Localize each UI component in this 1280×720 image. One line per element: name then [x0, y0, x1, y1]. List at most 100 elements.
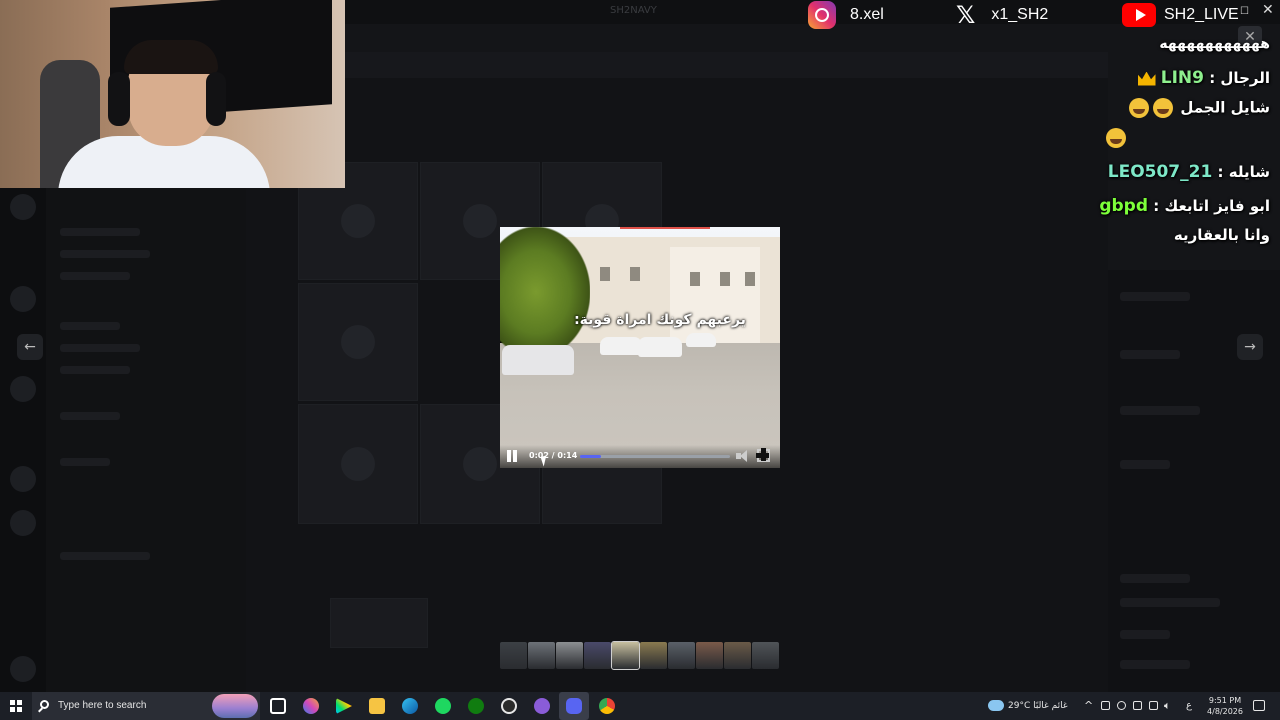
media-thumbnail[interactable] [611, 641, 640, 670]
channel-row [60, 412, 120, 420]
media-thumbnail[interactable] [668, 642, 695, 669]
pause-button[interactable] [506, 450, 518, 462]
volume-icon[interactable] [736, 449, 750, 463]
chat-text: هههههههههههه [1159, 36, 1270, 52]
video-progress-bar[interactable] [580, 455, 730, 458]
tray-icon[interactable] [1133, 701, 1142, 710]
show-hidden-icons-chevron-icon[interactable]: ^ [1084, 699, 1093, 712]
member-row [1120, 598, 1220, 607]
fullscreen-icon[interactable] [756, 448, 770, 462]
chrome-icon[interactable] [599, 698, 615, 714]
next-media-button[interactable]: → [1237, 334, 1263, 360]
weather-text[interactable]: 29°C غائم غالبًا [1008, 701, 1068, 711]
play-icon [341, 204, 375, 238]
crying-emoji-icon [1129, 98, 1150, 118]
media-thumbnail[interactable] [528, 642, 555, 669]
headset [108, 72, 130, 126]
media-thumbnail[interactable] [752, 642, 779, 669]
obs-icon[interactable] [501, 698, 517, 714]
background-window-title: SH2NAVY [610, 5, 657, 16]
youtube-icon [1122, 3, 1156, 27]
play-icon [463, 447, 497, 481]
video-player[interactable]: يرعبهم كونك امراة قوية: 0:02 / 0:14 [500, 227, 780, 468]
chat-message: وانا بالعقاريه [1174, 226, 1270, 244]
copilot-icon[interactable] [303, 698, 319, 714]
chat-message [1104, 128, 1128, 148]
media-thumbnail[interactable] [696, 642, 723, 669]
play-icon [463, 204, 497, 238]
member-row [1120, 660, 1190, 669]
channel-row [60, 250, 150, 258]
chat-username: gbpd [1099, 196, 1149, 216]
server-icon [10, 510, 36, 536]
server-rail [0, 188, 46, 692]
car [600, 337, 642, 355]
chat-text: ابو فايز اتابعك [1164, 197, 1270, 215]
chat-text: شايل الجمل [1180, 98, 1270, 117]
speaker-icon[interactable]: 🔈︎ [1164, 699, 1171, 713]
search-highlight-art [212, 694, 258, 718]
media-thumbnail[interactable] [640, 642, 667, 669]
chat-message: هههههههههههه [1159, 36, 1270, 52]
media-thumbnail[interactable] [724, 642, 751, 669]
input-language[interactable]: ع [1186, 700, 1192, 711]
channel-row [60, 366, 130, 374]
app-icon[interactable] [534, 698, 550, 714]
member-row [1120, 630, 1170, 639]
chat-message: شايل الجمل [1127, 98, 1270, 118]
chat-text: شايله [1228, 163, 1270, 181]
file-explorer-icon[interactable] [369, 698, 385, 714]
youtube-handle: SH2_LIVE [1122, 0, 1239, 30]
play-icon [341, 447, 375, 481]
x-handle: 𝕏 x1_SH2 [956, 0, 1048, 30]
member-row [1120, 350, 1180, 359]
media-thumbnail[interactable] [500, 642, 527, 669]
google-play-games-icon[interactable] [336, 698, 352, 714]
server-icon [10, 194, 36, 220]
spotify-icon[interactable] [435, 698, 451, 714]
media-thumbnail[interactable] [556, 642, 583, 669]
building-window [690, 272, 700, 286]
windows-start-icon[interactable] [10, 700, 22, 712]
network-icon[interactable] [1149, 701, 1158, 710]
notification-icon[interactable] [1253, 700, 1265, 711]
taskbar-search[interactable]: Type here to search [32, 692, 260, 720]
server-icon [10, 286, 36, 312]
chat-username: LEO507_21 [1107, 162, 1213, 182]
media-tile [298, 404, 418, 524]
tray-icon[interactable] [1101, 701, 1110, 710]
discord-icon[interactable] [566, 698, 582, 714]
restore-icon[interactable]: ☐ [1240, 6, 1249, 17]
channel-row [60, 322, 120, 330]
instagram-handle: 8.xel [808, 0, 884, 30]
video-progress-fill [580, 455, 601, 458]
task-view-icon[interactable] [270, 698, 286, 714]
xbox-icon[interactable] [468, 698, 484, 714]
video-frame-building [670, 247, 760, 345]
clock-time: 9:51 PM [1208, 696, 1242, 705]
media-thumbnail[interactable] [584, 642, 611, 669]
previous-media-button[interactable]: ← [17, 334, 43, 360]
channel-row [60, 344, 140, 352]
chat-message: الرجال : LIN9 [1134, 68, 1270, 88]
microphone-icon[interactable] [1117, 701, 1126, 710]
car [638, 337, 682, 357]
window-close-icon[interactable]: ✕ [1262, 2, 1274, 18]
media-tile [298, 283, 418, 401]
video-top-accent [620, 227, 710, 229]
edge-icon[interactable] [402, 698, 418, 714]
video-caption: يرعبهم كونك امراة قوية: [574, 312, 746, 328]
streamer-hair [124, 40, 218, 74]
taskbar-clock[interactable]: 9:51 PM 4/8/2026 [1200, 695, 1250, 717]
channel-row [60, 228, 140, 236]
chat-text: الرجال [1220, 69, 1270, 87]
play-icon [341, 325, 375, 359]
main-topbar [345, 52, 1108, 78]
search-input[interactable]: Type here to search [58, 700, 146, 711]
server-icon [10, 656, 36, 682]
member-row [1120, 460, 1170, 469]
building-window [630, 267, 640, 281]
video-frame-tree [500, 227, 590, 357]
media-tile [330, 598, 428, 648]
video-time: 0:02 / 0:14 [529, 451, 578, 460]
